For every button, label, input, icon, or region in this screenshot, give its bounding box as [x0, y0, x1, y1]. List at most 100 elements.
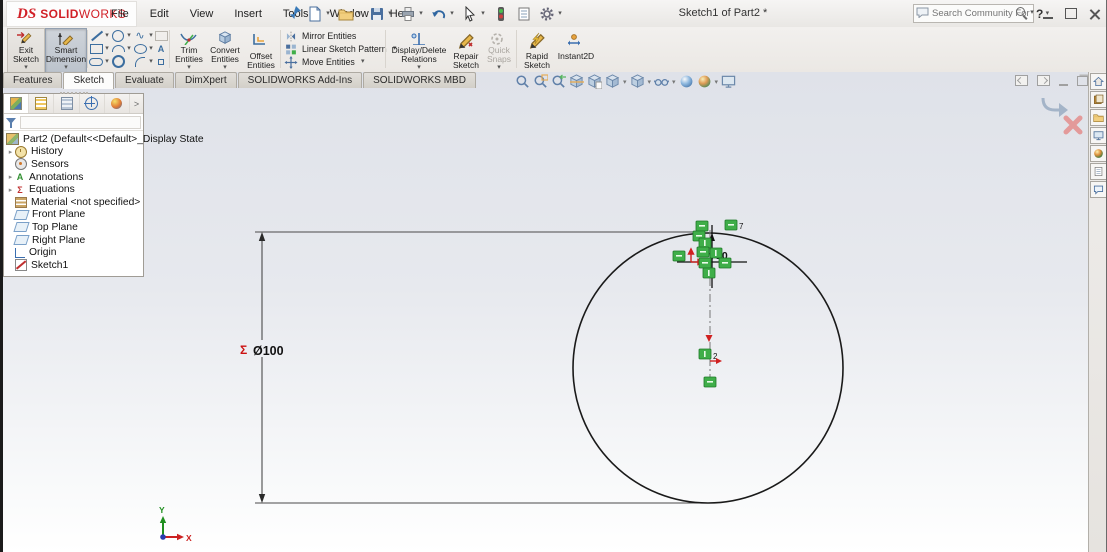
tab-features[interactable]: Features — [3, 72, 63, 88]
tree-item-material[interactable]: Material <not specified> — [6, 196, 143, 209]
tab-solidworks-mbd[interactable]: SOLIDWORKS MBD — [363, 72, 476, 88]
menu-edit[interactable]: Edit — [148, 6, 171, 22]
slot-tool-icon[interactable] — [89, 57, 103, 66]
menu-view[interactable]: View — [188, 6, 216, 22]
close-button[interactable] — [1089, 8, 1100, 19]
tree-item-sketch1[interactable]: Sketch1 — [6, 259, 143, 272]
tree-item-origin[interactable]: Origin — [6, 246, 143, 259]
graphics-area[interactable]: Σ Ø100 10 — [3, 72, 1089, 552]
dimension-value[interactable]: Ø100 — [253, 344, 284, 358]
display-delete-relations-button[interactable]: Display/Delete Relations — [389, 28, 449, 73]
solidworks-forum-tab[interactable] — [1090, 181, 1106, 198]
print-dropdown[interactable] — [417, 4, 425, 24]
panel-splitter-handle[interactable] — [59, 92, 88, 94]
fillet-tool-icon[interactable] — [135, 56, 145, 67]
select-button[interactable] — [461, 4, 479, 24]
smart-dimension-dropdown[interactable] — [62, 64, 70, 72]
exit-sketch-dropdown[interactable] — [22, 64, 30, 72]
undo-button[interactable] — [430, 4, 448, 24]
exit-sketch-button[interactable]: Exit Sketch — [7, 28, 45, 73]
expand-arrow-icon[interactable] — [6, 186, 15, 194]
ellipse-tool-icon[interactable] — [133, 43, 147, 54]
point-tool-icon[interactable] — [158, 58, 164, 65]
exit-sketch-corner-icon[interactable] — [1041, 97, 1061, 112]
tree-item-sensors[interactable]: Sensors — [6, 158, 143, 171]
save-button[interactable] — [368, 4, 386, 24]
menu-file[interactable]: File — [109, 6, 131, 22]
trim-dropdown[interactable] — [185, 64, 193, 72]
undo-dropdown[interactable] — [448, 4, 456, 24]
line-tool-icon[interactable] — [91, 30, 102, 41]
circle-tool-icon[interactable] — [112, 29, 124, 42]
display-delete-dropdown[interactable] — [415, 64, 423, 72]
expand-arrow-icon[interactable] — [6, 148, 15, 156]
convert-dropdown[interactable] — [221, 64, 229, 72]
print-button[interactable] — [399, 4, 417, 24]
open-dropdown[interactable] — [355, 4, 363, 24]
new-dropdown[interactable] — [324, 4, 332, 24]
design-library-tab[interactable] — [1090, 91, 1106, 108]
tab-dimxpert[interactable]: DimXpert — [174, 72, 237, 88]
move-entities-dropdown[interactable] — [359, 52, 367, 72]
slot-dropdown[interactable] — [103, 52, 111, 72]
new-document-button[interactable] — [306, 4, 324, 24]
options-button[interactable] — [538, 4, 556, 24]
tab-sketch[interactable]: Sketch — [63, 72, 115, 89]
menu-insert[interactable]: Insert — [232, 6, 264, 22]
maximize-button[interactable] — [1065, 8, 1077, 19]
linear-sketch-pattern-button[interactable]: Linear Sketch Pattern — [284, 43, 399, 55]
search-icon[interactable] — [1015, 6, 1029, 20]
offset-entities-button[interactable]: Offset Entities — [244, 28, 278, 73]
arc-tool-icon[interactable] — [111, 45, 125, 52]
move-entities-button[interactable]: Move Entities — [284, 55, 399, 69]
view-palette-tab[interactable] — [1090, 127, 1106, 144]
custom-properties-tab[interactable] — [1090, 163, 1106, 180]
filter-input[interactable] — [20, 115, 141, 129]
save-dropdown[interactable] — [386, 4, 394, 24]
rebuild-button[interactable] — [492, 4, 510, 24]
appearances-scenes-tab[interactable] — [1090, 145, 1106, 162]
solidworks-resources-tab[interactable] — [1090, 73, 1106, 90]
minimize-button[interactable] — [1043, 8, 1053, 19]
exit-sketch-corner-arrow[interactable] — [1059, 103, 1068, 117]
file-explorer-tab[interactable] — [1090, 109, 1106, 126]
tab-evaluate[interactable]: Evaluate — [115, 72, 174, 88]
options-dropdown[interactable] — [556, 4, 564, 24]
tree-item-top-plane[interactable]: Top Plane — [6, 221, 143, 234]
fillet-dropdown[interactable] — [147, 52, 155, 72]
spline-tool-icon[interactable] — [135, 31, 144, 41]
instant2d-button[interactable]: Instant2D — [554, 28, 598, 73]
cancel-sketch-icon[interactable] — [1063, 115, 1083, 135]
tree-root-part[interactable]: Part2 (Default<<Default>_Display State — [6, 133, 204, 146]
trim-entities-button[interactable]: Trim Entities — [172, 28, 206, 73]
displaymanager-tab[interactable] — [105, 94, 131, 113]
tab-solidworks-add-ins[interactable]: SOLIDWORKS Add-Ins — [237, 72, 363, 88]
open-button[interactable] — [337, 4, 355, 24]
propertymanager-tab[interactable] — [29, 94, 55, 113]
expand-arrow-icon[interactable] — [6, 173, 15, 181]
tree-item-equations[interactable]: Equations — [6, 183, 143, 196]
smart-dimension-button[interactable]: Smart Dimension — [45, 28, 87, 73]
circle-ring-tool-icon[interactable] — [111, 55, 125, 68]
dimxpertmanager-tab[interactable] — [80, 94, 105, 113]
text-tool-icon[interactable] — [158, 44, 165, 54]
pin-menu-icon[interactable] — [287, 5, 303, 21]
rapid-sketch-button[interactable]: Rapid Sketch — [520, 28, 554, 73]
convert-entities-button[interactable]: Convert Entities — [206, 28, 244, 73]
configurationmanager-tab[interactable] — [54, 94, 80, 113]
relation-badges-top[interactable]: 7 — [672, 219, 744, 279]
mirror-entities-button[interactable]: Mirror Entities — [284, 30, 399, 42]
tree-item-annotations[interactable]: Annotations — [6, 171, 143, 184]
panel-flyout-chevron[interactable]: > — [130, 99, 143, 109]
arc-dropdown[interactable] — [125, 39, 133, 59]
tree-item-right-plane[interactable]: Right Plane — [6, 234, 143, 247]
select-dropdown[interactable] — [479, 4, 487, 24]
tree-item-history[interactable]: History — [6, 145, 143, 159]
filter-funnel-icon[interactable] — [6, 117, 17, 128]
search-scope-dropdown[interactable] — [1028, 3, 1036, 23]
rectangle-tool-icon[interactable] — [89, 43, 103, 54]
file-properties-button[interactable] — [515, 4, 533, 24]
featuremanager-tab[interactable] — [4, 94, 30, 113]
diameter-dimension[interactable]: Σ Ø100 — [240, 231, 712, 504]
tree-item-front-plane[interactable]: Front Plane — [6, 209, 143, 222]
